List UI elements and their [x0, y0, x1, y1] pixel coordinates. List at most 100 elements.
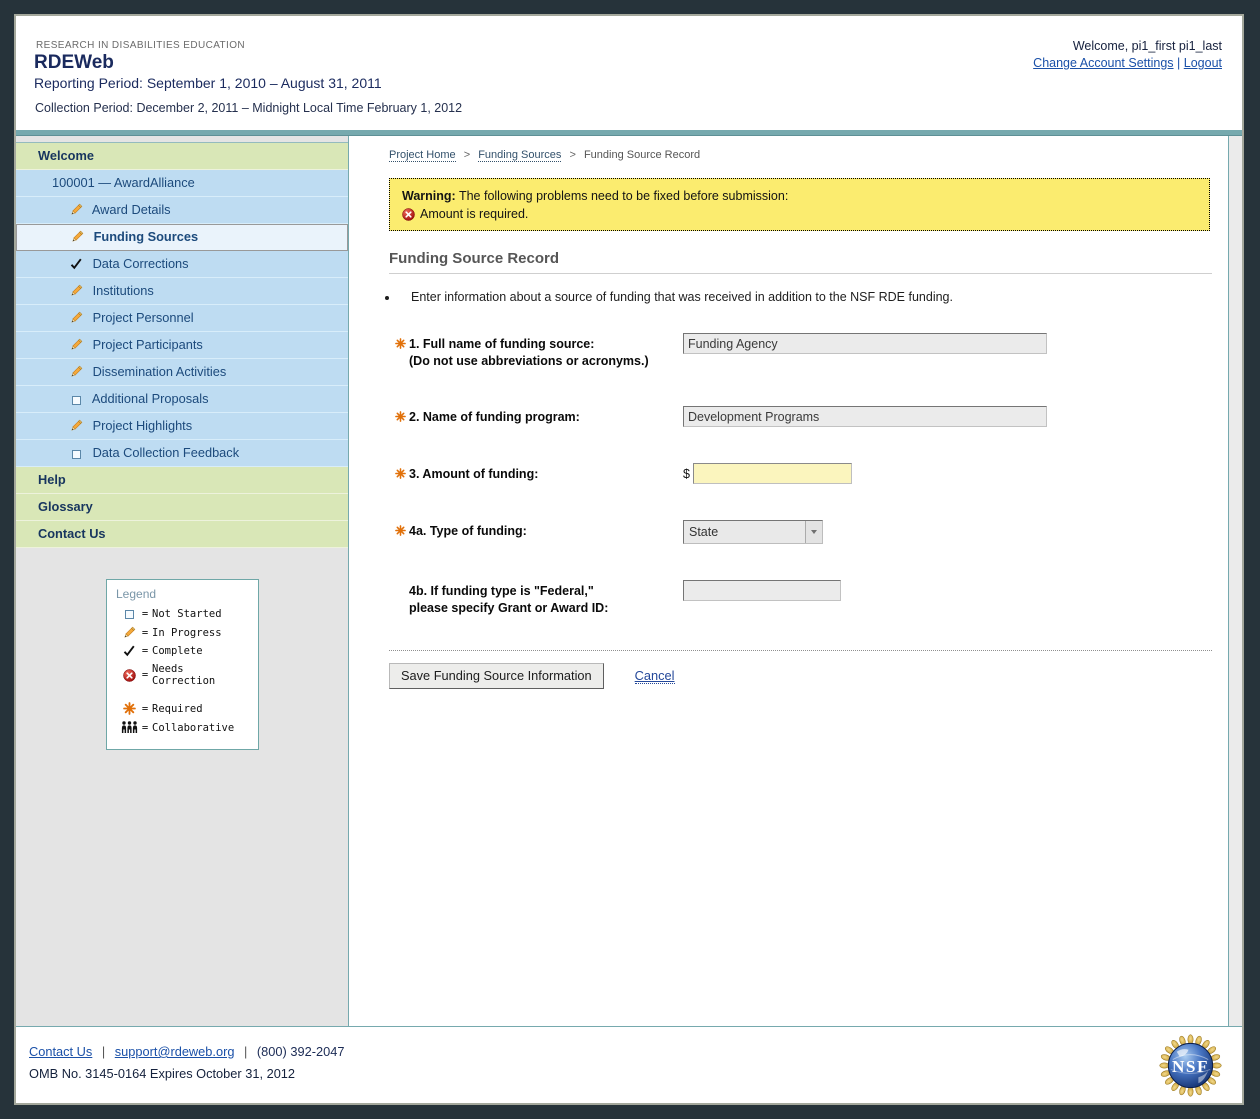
form-row-program-name: 2. Name of funding program:	[389, 406, 1228, 427]
sidebar-item-label: Data Collection Feedback	[93, 445, 240, 460]
footer-contact-line: Contact Us | support@rdeweb.org | (800) …	[29, 1044, 1242, 1059]
legend-item-not-started: = Not Started	[120, 608, 250, 620]
pencil-icon	[68, 307, 84, 333]
chevron-down-icon	[811, 530, 817, 534]
reporting-period: Reporting Period: September 1, 2010 – Au…	[34, 75, 382, 91]
check-icon	[68, 253, 84, 279]
cancel-link[interactable]: Cancel	[635, 668, 675, 684]
legend-label: Not Started	[152, 608, 222, 620]
sidebar-item-award[interactable]: 100001 — AwardAlliance	[16, 170, 348, 197]
change-account-settings-link[interactable]: Change Account Settings	[1033, 56, 1173, 70]
collection-period: Collection Period: December 2, 2011 – Mi…	[35, 101, 462, 115]
sidebar-item-label: Data Corrections	[93, 256, 189, 271]
sidebar-item-contact-us[interactable]: Contact Us	[16, 521, 348, 548]
sidebar-item-label: Project Personnel	[93, 310, 194, 325]
required-icon	[395, 524, 406, 541]
sidebar-item-help[interactable]: Help	[16, 467, 348, 494]
pencil-icon	[69, 227, 85, 251]
legend-item-needs-correction: = Needs Correction	[120, 663, 250, 687]
sidebar-item-label: Dissemination Activities	[93, 364, 227, 379]
field-label: 1. Full name of funding source: (Do not …	[389, 333, 683, 370]
logout-link[interactable]: Logout	[1184, 56, 1222, 70]
nsf-logo: NSF	[1159, 1034, 1222, 1097]
amount-input[interactable]	[693, 463, 852, 484]
form-row-amount: 3. Amount of funding: $	[389, 463, 1228, 484]
legend-item-in-progress: = In Progress	[120, 626, 250, 639]
in-progress-icon	[120, 626, 138, 639]
source-name-input[interactable]	[683, 333, 1047, 354]
warning-title: Warning:	[402, 189, 456, 203]
program-name-input[interactable]	[683, 406, 1047, 427]
field-label: 4a. Type of funding:	[389, 520, 683, 544]
required-icon	[120, 702, 138, 715]
sidebar-item-project-personnel[interactable]: Project Personnel	[16, 305, 348, 332]
warning-error-text: Amount is required.	[420, 207, 528, 221]
sidebar-item-data-collection-feedback[interactable]: Data Collection Feedback	[16, 440, 348, 467]
warning-message: Warning: The following problems need to …	[402, 189, 1197, 203]
sidebar: Welcome 100001 — AwardAlliance Award Det…	[16, 136, 349, 1026]
footer-phone: (800) 392-2047	[257, 1044, 345, 1059]
field-label: 3. Amount of funding:	[389, 463, 683, 484]
program-eyebrow: RESEARCH IN DISABILITIES EDUCATION	[36, 40, 245, 51]
warning-error-item: Amount is required.	[402, 207, 1197, 221]
not-started-icon	[120, 610, 138, 619]
sidebar-item-project-highlights[interactable]: Project Highlights	[16, 413, 348, 440]
legend-label: Needs Correction	[152, 663, 250, 687]
sidebar-item-welcome[interactable]: Welcome	[16, 143, 348, 170]
legend-item-required: = Required	[120, 702, 250, 715]
funding-type-select[interactable]: State	[683, 520, 823, 544]
pencil-icon	[68, 280, 84, 306]
sidebar-item-data-corrections[interactable]: Data Corrections	[16, 251, 348, 278]
collaborative-icon	[120, 721, 138, 734]
legend-title: Legend	[116, 587, 250, 601]
legend-label: Required	[152, 703, 203, 715]
save-button[interactable]: Save Funding Source Information	[389, 663, 604, 689]
grant-id-input[interactable]	[683, 580, 841, 601]
app-window: RESEARCH IN DISABILITIES EDUCATION RDEWe…	[14, 14, 1244, 1105]
sidebar-item-label: Additional Proposals	[92, 391, 209, 406]
needs-correction-icon	[120, 669, 138, 682]
required-icon	[395, 467, 406, 484]
breadcrumb-funding-sources[interactable]: Funding Sources	[478, 149, 561, 162]
sidebar-item-label: Help	[38, 472, 66, 487]
pencil-icon	[68, 334, 84, 360]
complete-icon	[120, 645, 138, 657]
legend-label: Complete	[152, 645, 203, 657]
nsf-logo-text: NSF	[1172, 1057, 1209, 1076]
page-title: Funding Source Record	[389, 250, 1212, 274]
main-content: Project Home > Funding Sources > Funding…	[349, 136, 1229, 1026]
sidebar-item-label: Institutions	[93, 283, 154, 298]
sidebar-item-project-participants[interactable]: Project Participants	[16, 332, 348, 359]
sidebar-item-institutions[interactable]: Institutions	[16, 278, 348, 305]
legend-box: Legend = Not Started = In Progress = Com…	[106, 579, 259, 750]
legend-label: In Progress	[152, 627, 222, 639]
sidebar-item-label: Project Participants	[93, 337, 203, 352]
pencil-icon	[68, 415, 84, 441]
funding-type-value: State	[684, 525, 805, 539]
legend-item-collaborative: = Collaborative	[120, 721, 250, 734]
form-divider	[389, 650, 1212, 651]
sidebar-item-label: Project Highlights	[93, 418, 193, 433]
select-dropdown-button[interactable]	[805, 521, 822, 543]
funding-source-form: 1. Full name of funding source: (Do not …	[389, 333, 1228, 689]
not-started-icon	[68, 442, 84, 468]
form-instruction: Enter information about a source of fund…	[399, 290, 1228, 304]
footer-contact-link[interactable]: Contact Us	[29, 1044, 92, 1059]
sidebar-item-funding-sources[interactable]: Funding Sources	[16, 224, 348, 251]
sidebar-item-additional-proposals[interactable]: Additional Proposals	[16, 386, 348, 413]
sidebar-item-dissemination-activities[interactable]: Dissemination Activities	[16, 359, 348, 386]
sidebar-item-award-details[interactable]: Award Details	[16, 197, 348, 224]
form-actions: Save Funding Source Information Cancel	[389, 663, 1228, 689]
needs-correction-icon	[402, 208, 415, 221]
not-started-icon	[68, 388, 84, 414]
page-header: RESEARCH IN DISABILITIES EDUCATION RDEWe…	[16, 16, 1242, 130]
sidebar-item-label: 100001 — AwardAlliance	[52, 175, 195, 190]
warning-box: Warning: The following problems need to …	[389, 178, 1210, 231]
sidebar-item-glossary[interactable]: Glossary	[16, 494, 348, 521]
required-icon	[395, 410, 406, 427]
footer-email-link[interactable]: support@rdeweb.org	[115, 1044, 235, 1059]
currency-prefix: $	[683, 467, 690, 481]
sidebar-item-label: Contact Us	[38, 526, 106, 541]
breadcrumb-project-home[interactable]: Project Home	[389, 149, 456, 162]
form-row-grant-id: 4b. If funding type is "Federal," please…	[389, 580, 1228, 617]
